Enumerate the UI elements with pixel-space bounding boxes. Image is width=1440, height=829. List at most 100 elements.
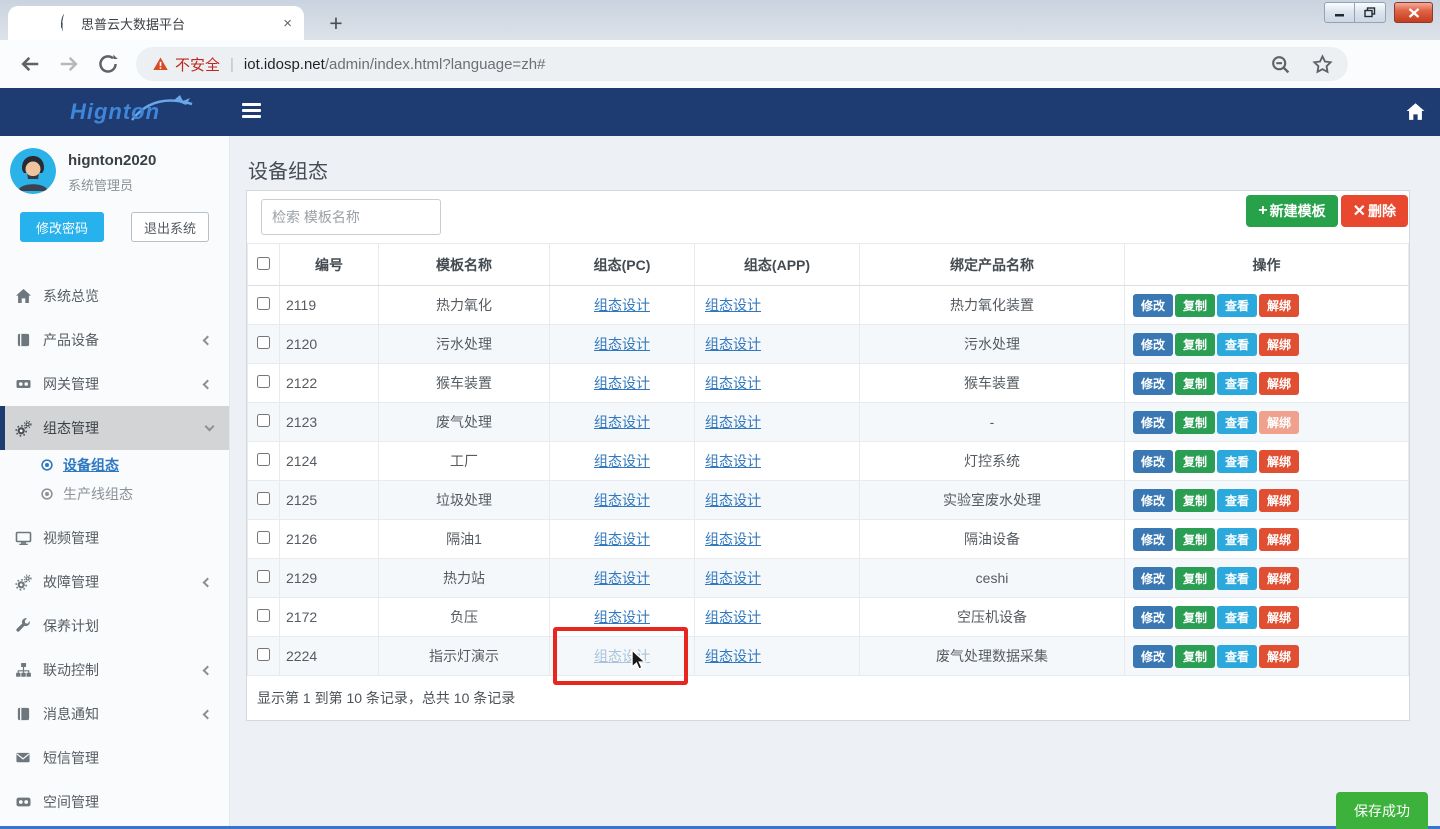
copy-button[interactable]: 复制 [1175,333,1215,356]
edit-button[interactable]: 修改 [1133,645,1173,668]
row-checkbox[interactable] [257,453,270,466]
app-design-link[interactable]: 组态设计 [705,648,761,664]
address-bar[interactable]: 不安全 | iot.idosp.net/admin/index.html?lan… [136,47,1348,81]
tab-close-icon[interactable]: × [283,15,292,32]
pc-design-link[interactable]: 组态设计 [594,336,650,352]
minimize-button[interactable] [1324,2,1355,23]
change-password-button[interactable]: 修改密码 [20,212,104,242]
copy-button[interactable]: 复制 [1175,372,1215,395]
copy-button[interactable]: 复制 [1175,450,1215,473]
delete-button[interactable]: ✕删除 [1341,195,1408,227]
view-button[interactable]: 查看 [1217,333,1257,356]
copy-button[interactable]: 复制 [1175,645,1215,668]
pc-design-link[interactable]: 组态设计 [594,414,650,430]
sidebar-item-device-scada[interactable]: 设备组态 [0,450,229,479]
restore-button[interactable] [1355,2,1386,23]
edit-button[interactable]: 修改 [1133,450,1173,473]
copy-button[interactable]: 复制 [1175,489,1215,512]
bookmark-star-icon[interactable] [1312,54,1333,75]
sidebar-item-sms[interactable]: 短信管理 [0,736,229,780]
pc-design-link[interactable]: 组态设计 [594,570,650,586]
back-icon[interactable] [19,53,41,75]
view-button[interactable]: 查看 [1217,450,1257,473]
unbind-button[interactable]: 解绑 [1259,567,1299,590]
edit-button[interactable]: 修改 [1133,294,1173,317]
edit-button[interactable]: 修改 [1133,372,1173,395]
pc-design-link[interactable]: 组态设计 [594,453,650,469]
app-design-link[interactable]: 组态设计 [705,453,761,469]
edit-button[interactable]: 修改 [1133,528,1173,551]
zoom-icon[interactable] [1270,54,1291,75]
new-tab-button[interactable]: + [320,8,352,38]
edit-button[interactable]: 修改 [1133,606,1173,629]
sidebar-item-fault[interactable]: 故障管理 [0,560,229,604]
view-button[interactable]: 查看 [1217,606,1257,629]
copy-button[interactable]: 复制 [1175,606,1215,629]
app-design-link[interactable]: 组态设计 [705,336,761,352]
pc-design-link[interactable]: 组态设计 [594,297,650,313]
sidebar-item-products[interactable]: 产品设备 [0,318,229,362]
edit-button[interactable]: 修改 [1133,489,1173,512]
row-checkbox[interactable] [257,375,270,388]
browser-tab[interactable]: 思普云大数据平台 × [8,6,304,40]
pc-design-link[interactable]: 组态设计 [594,609,650,625]
sidebar-item-gateway[interactable]: 网关管理 [0,362,229,406]
app-design-link[interactable]: 组态设计 [705,492,761,508]
sidebar-item-scada[interactable]: 组态管理 [0,406,229,450]
sidebar-toggle-icon[interactable] [242,103,261,118]
view-button[interactable]: 查看 [1217,645,1257,668]
unbind-button[interactable]: 解绑 [1259,450,1299,473]
view-button[interactable]: 查看 [1217,411,1257,434]
app-logo[interactable]: Hignton [0,88,230,136]
unbind-button[interactable]: 解绑 [1259,372,1299,395]
sidebar-item-space[interactable]: 空间管理 [0,780,229,824]
edit-button[interactable]: 修改 [1133,411,1173,434]
sidebar-item-line-scada[interactable]: 生产线组态 [0,479,229,508]
security-label[interactable]: 不安全 [175,54,220,75]
view-button[interactable]: 查看 [1217,567,1257,590]
copy-button[interactable]: 复制 [1175,294,1215,317]
unbind-button[interactable]: 解绑 [1259,411,1299,434]
row-checkbox[interactable] [257,297,270,310]
row-checkbox[interactable] [257,570,270,583]
pc-design-link[interactable]: 组态设计 [594,492,650,508]
app-design-link[interactable]: 组态设计 [705,375,761,391]
sidebar-item-video[interactable]: 视频管理 [0,516,229,560]
home-icon[interactable] [1406,102,1425,121]
unbind-button[interactable]: 解绑 [1259,606,1299,629]
unbind-button[interactable]: 解绑 [1259,489,1299,512]
edit-button[interactable]: 修改 [1133,333,1173,356]
search-input[interactable] [261,199,441,235]
app-design-link[interactable]: 组态设计 [705,531,761,547]
view-button[interactable]: 查看 [1217,372,1257,395]
edit-button[interactable]: 修改 [1133,567,1173,590]
reload-icon[interactable] [97,53,119,75]
row-checkbox[interactable] [257,648,270,661]
pc-design-link[interactable]: 组态设计 [594,531,650,547]
app-design-link[interactable]: 组态设计 [705,297,761,313]
view-button[interactable]: 查看 [1217,294,1257,317]
view-button[interactable]: 查看 [1217,489,1257,512]
app-design-link[interactable]: 组态设计 [705,414,761,430]
copy-button[interactable]: 复制 [1175,567,1215,590]
row-checkbox[interactable] [257,609,270,622]
view-button[interactable]: 查看 [1217,528,1257,551]
copy-button[interactable]: 复制 [1175,411,1215,434]
row-checkbox[interactable] [257,492,270,505]
forward-icon[interactable] [58,53,80,75]
security-warning-icon[interactable] [152,56,169,72]
logout-button[interactable]: 退出系统 [131,212,209,242]
unbind-button[interactable]: 解绑 [1259,333,1299,356]
row-checkbox[interactable] [257,414,270,427]
copy-button[interactable]: 复制 [1175,528,1215,551]
app-design-link[interactable]: 组态设计 [705,609,761,625]
sidebar-item-message[interactable]: 消息通知 [0,692,229,736]
sidebar-item-maintenance[interactable]: 保养计划 [0,604,229,648]
new-template-button[interactable]: +新建模板 [1246,195,1337,227]
row-checkbox[interactable] [257,531,270,544]
sidebar-item-overview[interactable]: 系统总览 [0,274,229,318]
row-checkbox[interactable] [257,336,270,349]
select-all-checkbox[interactable] [257,257,270,270]
app-design-link[interactable]: 组态设计 [705,570,761,586]
pc-design-link[interactable]: 组态设计 [594,375,650,391]
